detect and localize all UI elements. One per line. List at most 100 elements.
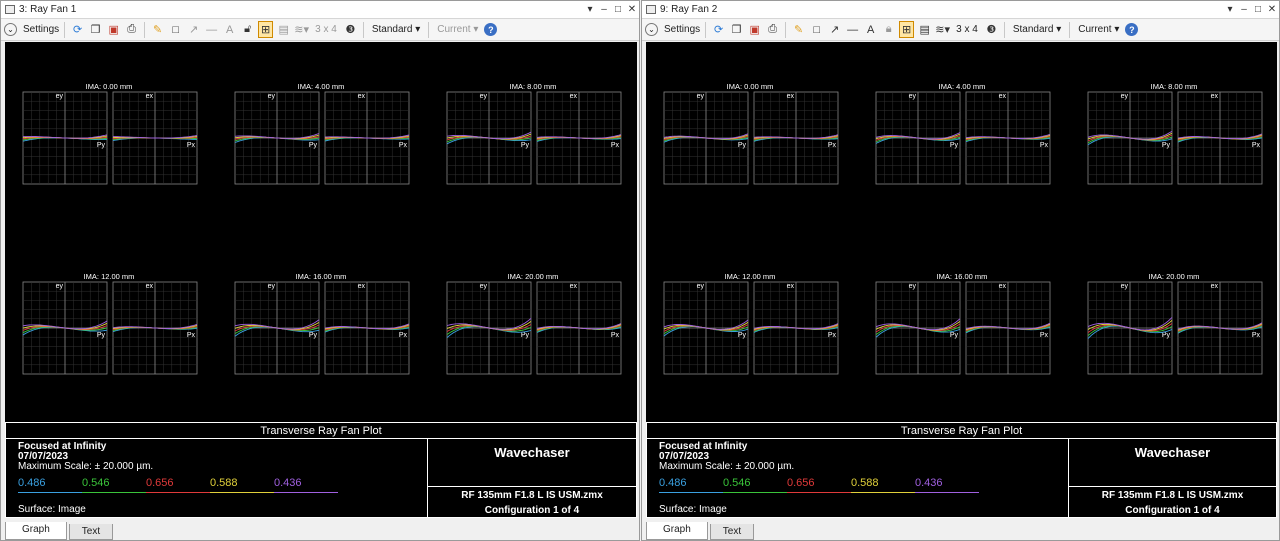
rectangle-icon[interactable]: □ <box>809 21 824 38</box>
maximize-icon[interactable]: □ <box>1251 4 1265 15</box>
refresh-circle-icon[interactable]: ❸ <box>984 21 999 38</box>
tab-graph[interactable]: Graph <box>5 522 67 540</box>
field-label: IMA: 0.00 mm <box>727 82 774 91</box>
layers-icon[interactable]: ≋▾ <box>294 21 309 38</box>
pupil-label: Py <box>1162 332 1171 339</box>
dropdown-icon[interactable]: ▾ <box>583 4 597 15</box>
axis-label: ey <box>56 93 64 100</box>
ray-fan-plot-4: IMA: 16.00 mm ey Py ex Px <box>875 272 1051 375</box>
wavelength-2: 0.656 <box>146 478 210 493</box>
close-icon[interactable]: ✕ <box>1265 4 1279 15</box>
layout-dropdown[interactable]: 3 x 4 <box>953 24 981 35</box>
layers-icon[interactable]: ≋▾ <box>935 21 950 38</box>
company-text: Wavechaser <box>428 439 636 487</box>
window-title: 9: Ray Fan 2 <box>660 4 718 15</box>
chevron-down-icon[interactable]: ⌄ <box>645 23 658 36</box>
field-label: IMA: 20.00 mm <box>508 272 559 281</box>
axis-label: ey <box>1121 283 1129 290</box>
ray-fan-window-2: 9: Ray Fan 2 ▾ – □ ✕ ⌄ Settings ⟳ ❐ ▣ ⎙ … <box>641 0 1280 541</box>
copy-icon[interactable]: ❐ <box>729 21 744 38</box>
layout-grid-icon[interactable]: ⊞ <box>258 21 274 38</box>
minimize-icon[interactable]: – <box>597 4 611 15</box>
title-bar: 9: Ray Fan 2 ▾ – □ ✕ <box>642 1 1279 19</box>
refresh-icon[interactable]: ⟳ <box>711 21 726 38</box>
axis-label: ey <box>697 93 705 100</box>
dropdown-icon[interactable]: ▾ <box>1223 4 1237 15</box>
wavelength-4: 0.436 <box>274 478 338 493</box>
pencil-icon[interactable]: ✎ <box>791 21 806 38</box>
current-dropdown[interactable]: Current ▾ <box>434 24 481 35</box>
line-icon[interactable]: — <box>845 21 860 38</box>
field-label: IMA: 20.00 mm <box>1149 272 1200 281</box>
close-icon[interactable]: ✕ <box>625 4 639 15</box>
wavelength-2: 0.656 <box>787 478 851 493</box>
axis-label: ex <box>358 283 366 290</box>
tab-graph[interactable]: Graph <box>646 522 708 540</box>
copy-icon[interactable]: ❐ <box>88 21 103 38</box>
standard-dropdown[interactable]: Standard ▾ <box>1010 24 1064 35</box>
minimize-icon[interactable]: – <box>1237 4 1251 15</box>
overlay-icon[interactable]: ▤ <box>276 21 291 38</box>
axis-label: ex <box>146 93 154 100</box>
window-icon <box>5 5 15 14</box>
focus-text: Focused at Infinity <box>18 441 107 452</box>
plot-area: IMA: 0.00 mm ey Py ex Px IMA: 4.00 mm ey Py ex Px… <box>646 42 1277 422</box>
company-text: Wavechaser <box>1069 439 1276 487</box>
line-icon[interactable]: — <box>204 21 219 38</box>
help-icon[interactable]: ? <box>1125 23 1139 36</box>
refresh-icon[interactable]: ⟳ <box>70 21 85 38</box>
rectangle-icon[interactable]: □ <box>168 21 183 38</box>
lock-icon[interactable]: 🔒︎ <box>881 21 896 38</box>
settings-button[interactable]: Settings <box>664 24 700 35</box>
chevron-down-icon[interactable]: ⌄ <box>4 23 17 36</box>
pupil-label: Px <box>399 332 408 339</box>
ray-fan-plot-4: IMA: 16.00 mm ey Py ex Px <box>234 272 410 375</box>
info-box: Transverse Ray Fan Plot Focused at Infin… <box>5 422 637 518</box>
config-text: Configuration 1 of 4 <box>484 505 580 516</box>
field-label: IMA: 12.00 mm <box>84 272 135 281</box>
axis-label: ey <box>909 93 917 100</box>
pupil-label: Px <box>1252 142 1261 149</box>
refresh-circle-icon[interactable]: ❸ <box>343 21 358 38</box>
save-icon[interactable]: ▣ <box>106 21 121 38</box>
settings-button[interactable]: Settings <box>23 24 59 35</box>
config-text: Configuration 1 of 4 <box>1125 505 1220 516</box>
window-title: 3: Ray Fan 1 <box>19 4 77 15</box>
current-dropdown[interactable]: Current ▾ <box>1075 24 1122 35</box>
pupil-label: Py <box>521 142 530 149</box>
ray-fan-plot-1: IMA: 4.00 mm ey Py ex Px <box>234 82 410 185</box>
scale-text: Maximum Scale: ± 20.000 µm. <box>18 461 154 472</box>
axis-label: ex <box>570 93 578 100</box>
tab-bar: Graph Text <box>646 520 755 540</box>
axis-label: ey <box>268 283 276 290</box>
pupil-label: Py <box>97 142 106 149</box>
field-label: IMA: 4.00 mm <box>939 82 986 91</box>
layout-dropdown[interactable]: 3 x 4 <box>312 24 340 35</box>
print-icon[interactable]: ⎙ <box>124 21 139 38</box>
save-icon[interactable]: ▣ <box>747 21 762 38</box>
maximize-icon[interactable]: □ <box>611 4 625 15</box>
window-icon <box>646 5 656 14</box>
wavelength-1: 0.546 <box>82 478 146 493</box>
layout-grid-icon[interactable]: ⊞ <box>899 21 915 38</box>
wavelength-0: 0.486 <box>659 478 723 493</box>
lock-icon[interactable]: 🔓︎ <box>240 21 255 38</box>
pencil-icon[interactable]: ✎ <box>150 21 165 38</box>
help-icon[interactable]: ? <box>484 23 498 36</box>
info-box: Transverse Ray Fan Plot Focused at Infin… <box>646 422 1277 518</box>
arrow-icon[interactable]: ↗ <box>827 21 842 38</box>
axis-label: ey <box>480 283 488 290</box>
focus-text: Focused at Infinity <box>659 441 748 452</box>
arrow-icon[interactable]: ↗ <box>186 21 201 38</box>
pupil-label: Py <box>950 142 959 149</box>
tab-text[interactable]: Text <box>68 524 114 540</box>
pupil-label: Px <box>828 142 837 149</box>
tab-text[interactable]: Text <box>709 524 755 540</box>
standard-dropdown[interactable]: Standard ▾ <box>369 24 423 35</box>
overlay-icon[interactable]: ▤ <box>917 21 932 38</box>
field-label: IMA: 4.00 mm <box>298 82 345 91</box>
text-icon[interactable]: A <box>863 21 878 38</box>
print-icon[interactable]: ⎙ <box>765 21 780 38</box>
text-icon[interactable]: A <box>222 21 237 38</box>
axis-label: ex <box>1211 283 1219 290</box>
